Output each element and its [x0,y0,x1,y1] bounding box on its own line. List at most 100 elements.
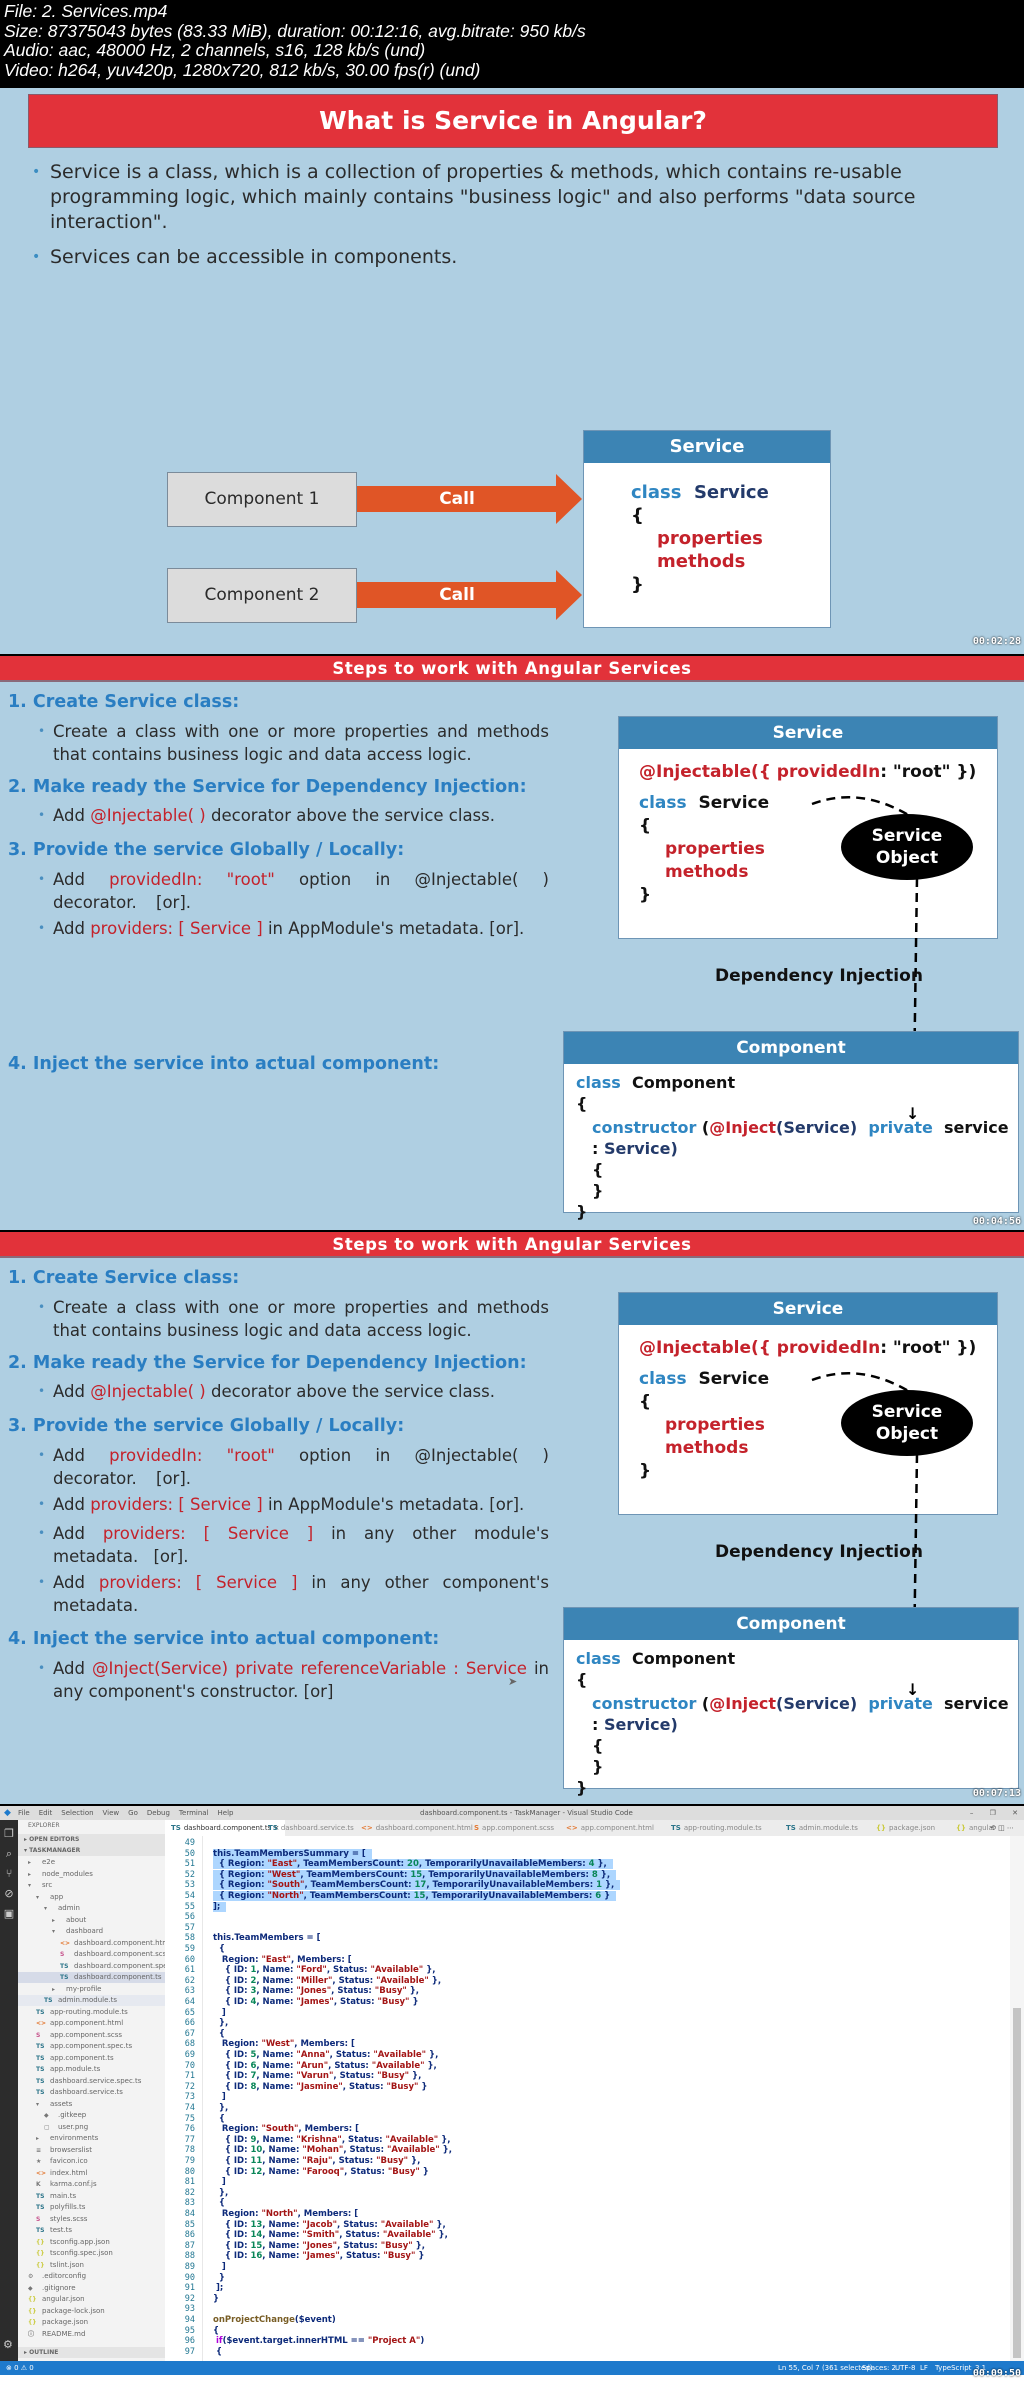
tree-item[interactable]: ▸ e2e [18,1857,165,1868]
editor-scrollbar[interactable] [1010,1836,1024,2361]
explorer-icon[interactable]: ❐ [0,1824,18,1844]
tab-app-component-html[interactable]: <> app.component.html [560,1820,660,1836]
di-component-header: Component [564,1608,1018,1640]
tab-app-component-scss[interactable]: Sapp.component.scss [468,1820,560,1836]
line-ending[interactable]: LF [920,2361,928,2375]
menu-terminal[interactable]: Terminal [179,1809,209,1817]
maximize-button[interactable]: ❐ [990,1809,996,1817]
line-number: 63 [184,1986,195,1997]
tree-item[interactable]: TS dashboard.component.spec.ts [18,1961,180,1972]
tree-item[interactable]: {} package.json [18,2317,165,2328]
line-number: 56 [184,1912,195,1923]
tree-item[interactable]: {} tslint.json [18,2260,165,2271]
search-icon[interactable]: ⌕ [0,1844,18,1864]
tab-admin-module-ts[interactable]: TS admin.module.ts [780,1820,864,1836]
tree-item[interactable]: TS app.component.spec.ts [18,2041,165,2052]
tab-dashboard-component-html[interactable]: <> dashboard.component.html [355,1820,479,1836]
tree-item[interactable]: TS dashboard.service.ts [18,2087,165,2098]
step-4-point: • Add @Inject(Service) private referenceV… [38,1659,549,1701]
tree-item[interactable]: {} tsconfig.app.json [18,2237,165,2248]
di-service-header: Service [619,717,997,749]
project-section[interactable]: ▾ TASKMANAGER [18,1845,165,1856]
code-line: }, [213,2018,229,2029]
menu-debug[interactable]: Debug [147,1809,170,1817]
editor-actions[interactable]: ⟲ ◫ ⋯ [990,1820,1014,1836]
step-3-point-2: • Add providers: [ Service ] in AppModule… [38,1495,525,1514]
tree-item[interactable]: ▸ my-profile [18,1984,165,1995]
tree-item[interactable]: TS app.module.ts [18,2064,165,2075]
tree-item[interactable]: ★ favicon.ico [18,2156,165,2167]
tree-item[interactable]: ▾ src [18,1880,165,1891]
tree-item[interactable]: TS polyfills.ts [18,2202,165,2213]
tree-item[interactable]: ▸ about [18,1915,165,1926]
tree-item[interactable]: ▾ assets [18,2099,165,2110]
tree-item[interactable]: ≡ browserslist [18,2145,165,2156]
window-controls: – ❐ ✕ [970,1806,1018,1820]
tab-dashboard-service-ts[interactable]: TS dashboard.service.ts [262,1820,360,1836]
language-mode[interactable]: TypeScript [935,2361,971,2375]
line-number: 71 [184,2071,195,2082]
file-type-icon: TS [786,1824,796,1832]
tree-item[interactable]: TS app-routing.module.ts [18,2007,165,2018]
tree-item[interactable]: Sstyles.scss [18,2214,165,2225]
tree-item[interactable]: Kkarma.conf.js [18,2179,165,2190]
outline-section[interactable]: ▸ OUTLINE [18,2347,165,2358]
settings-gear-icon[interactable]: ⚙ [3,2338,13,2351]
line-number: 50 [184,1848,195,1859]
menu-selection[interactable]: Selection [61,1809,93,1817]
tree-item[interactable]: <> app.component.html [18,2018,165,2029]
step-3-title: 3. Provide the service Globally / Locall… [8,840,405,860]
tree-item[interactable]: <> index.html [18,2168,165,2179]
tree-item[interactable]: <> dashboard.component.html [18,1938,171,1949]
debug-icon[interactable]: ⊘ [0,1884,18,1904]
tab-app-routing-module-ts[interactable]: TS app-routing.module.ts [665,1820,768,1836]
indentation[interactable]: Spaces: 2 [862,2361,896,2375]
close-button[interactable]: ✕ [1012,1809,1018,1817]
tree-item[interactable]: {} package-lock.json [18,2306,165,2317]
tree-item[interactable]: ▾ admin [18,1903,165,1914]
source-control-icon[interactable]: ⑂ [0,1864,18,1884]
tree-item[interactable]: Sapp.component.scss [18,2030,165,2041]
tree-item[interactable]: ▢ user.png [18,2122,165,2133]
menu-go[interactable]: Go [128,1809,138,1817]
call-arrow-2: Call [357,570,582,620]
tree-item[interactable]: ◆ .gitkeep [18,2110,165,2121]
code-editor[interactable]: 49 50 this.TeamMembersSummary = [51 { Regi… [165,1836,1010,2361]
tree-item[interactable]: Sdashboard.component.scss [18,1949,170,1960]
minimize-button[interactable]: – [970,1809,974,1817]
tree-item[interactable]: TS test.ts [18,2225,165,2236]
step-3-point-2: • Add providers: [ Service ] in AppModule… [38,919,525,938]
code-line: { ID: 5, Name: "Anna", Status: "Availabl… [213,2050,439,2060]
tree-item[interactable]: TS main.ts [18,2191,165,2202]
tree-item[interactable]: ⚙ .editorconfig [18,2271,165,2282]
tree-item[interactable]: TS admin.module.ts [18,1995,165,2006]
menu-file[interactable]: File [18,1809,30,1817]
encoding[interactable]: UTF-8 [895,2361,915,2375]
tree-item[interactable]: ▾ dashboard [18,1926,165,1937]
menu-help[interactable]: Help [218,1809,234,1817]
tree-item[interactable]: {} angular.json [18,2294,165,2305]
tree-item[interactable]: ▾ app [18,1892,165,1903]
arrow-head-icon [556,570,582,620]
open-editors-section[interactable]: ▸ OPEN EDITORS [18,1834,165,1845]
extensions-icon[interactable]: ▣ [0,1904,18,1924]
tree-item[interactable]: ◆ .gitignore [18,2283,165,2294]
cursor-position[interactable]: Ln 55, Col 7 (361 selected) [778,2361,873,2375]
bullet-dot-icon: • [32,164,41,180]
tree-item[interactable]: TS dashboard.component.ts [18,1972,165,1983]
menu-edit[interactable]: Edit [39,1809,53,1817]
problems-indicator[interactable]: ⊗ 0 ⚠ 0 [6,2361,34,2375]
tab-package-json[interactable]: {} package.json [870,1820,941,1836]
tree-item[interactable]: ⓘ README.md [18,2329,165,2340]
tree-item[interactable]: TS dashboard.service.spec.ts [18,2076,165,2087]
tree-item[interactable]: {} tsconfig.spec.json [18,2248,165,2259]
component-1-box: Component 1 [167,472,357,527]
code-line: { ID: 7, Name: "Varun", Status: "Busy" }… [213,2071,422,2082]
menu-view[interactable]: View [103,1809,120,1817]
line-number: 75 [184,2113,195,2124]
tree-item[interactable]: ▸ node_modules [18,1869,165,1880]
scrollbar-thumb[interactable] [1013,2008,1021,2358]
tree-item[interactable]: TS app.component.ts [18,2053,165,2064]
tree-item[interactable]: ▸ environments [18,2133,165,2144]
code-line: { ID: 16, Name: "James", Status: "Busy" … [213,2251,425,2262]
